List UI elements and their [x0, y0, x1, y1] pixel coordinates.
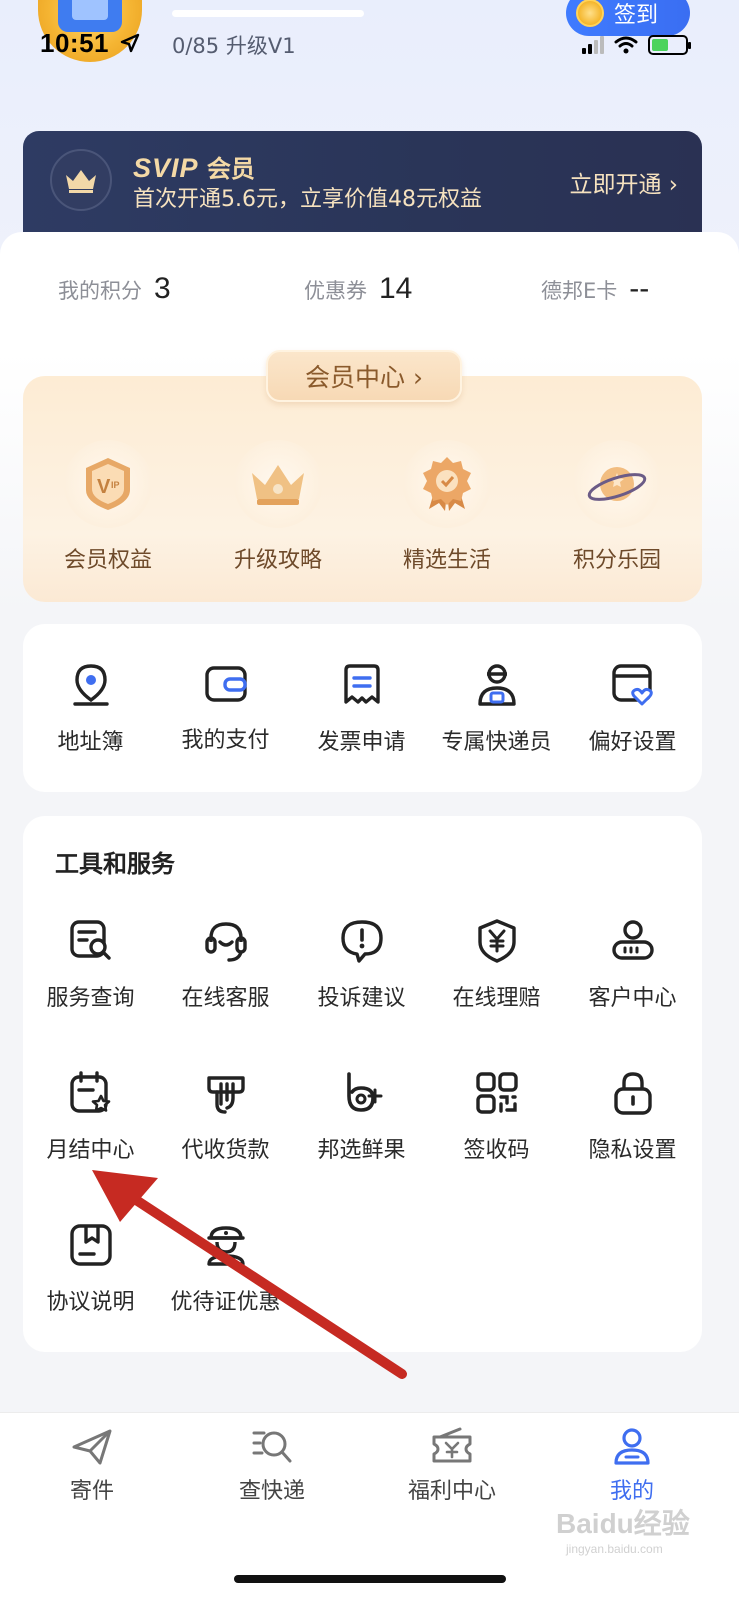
member-center-tab[interactable]: 会员中心 ›: [266, 350, 462, 402]
tool-complaint[interactable]: 投诉建议: [294, 918, 429, 1012]
qr-code-icon: [475, 1072, 518, 1114]
crown-icon: [234, 440, 322, 528]
svip-title: SVIP 会员: [133, 153, 255, 183]
signin-label: 签到: [614, 3, 659, 28]
nav-send[interactable]: 寄件: [22, 1427, 162, 1505]
tool-fresh-fruit[interactable]: 邦选鲜果: [294, 1070, 429, 1164]
planet-icon: [573, 440, 661, 528]
member-item-points-park[interactable]: 积分乐园: [557, 440, 677, 574]
ticket-icon: [432, 1427, 472, 1463]
nav-track[interactable]: 查快递: [202, 1427, 342, 1505]
quick-address-book[interactable]: 地址簿: [23, 662, 158, 756]
tool-monthly-settlement[interactable]: 月结中心: [23, 1070, 158, 1164]
agreement-icon: [69, 1224, 112, 1266]
member-item-life[interactable]: 精选生活: [387, 440, 507, 574]
preference-card-icon: [611, 664, 653, 706]
nav-welfare[interactable]: 福利中心: [382, 1427, 522, 1505]
coin-icon: [576, 0, 604, 27]
quick-my-payment[interactable]: 我的支付: [158, 662, 293, 754]
member-item-benefits[interactable]: V IP 会员权益: [48, 440, 168, 574]
invoice-icon: [343, 664, 380, 704]
shield-yen-icon: [477, 919, 516, 963]
service-search-icon: [69, 920, 111, 960]
wallet-icon: [204, 666, 247, 702]
status-time: 10:51: [40, 28, 109, 58]
tool-customer-center[interactable]: 客户中心: [565, 918, 700, 1012]
send-icon: [72, 1429, 112, 1465]
headset-icon: [204, 922, 247, 962]
location-arrow-icon: [120, 33, 140, 53]
svip-description: 首次开通5.6元，立享价值48元权益: [133, 187, 482, 212]
stat-points[interactable]: 我的积分 3: [58, 272, 171, 306]
location-pin-icon: [72, 664, 109, 706]
tool-signature-code[interactable]: 签收码: [429, 1070, 564, 1164]
level-progress: 0/85 升级V1: [172, 34, 296, 58]
wifi-icon: [614, 36, 638, 54]
tool-collect-payment[interactable]: 代收货款: [158, 1070, 293, 1164]
tool-online-claim[interactable]: 在线理赔: [429, 918, 564, 1012]
tool-privacy-settings[interactable]: 隐私设置: [565, 1070, 700, 1164]
username-placeholder: [172, 10, 364, 17]
svip-crown-icon: [50, 149, 112, 211]
lock-icon: [613, 1072, 652, 1115]
tool-veteran-discount[interactable]: 优待证优惠: [158, 1222, 293, 1316]
customer-icon: [611, 920, 654, 960]
battery-icon: [648, 35, 691, 55]
stat-coupons[interactable]: 优惠券 14: [304, 272, 412, 306]
military-cap-icon: [206, 1226, 245, 1266]
tool-online-support[interactable]: 在线客服: [158, 918, 293, 1012]
stat-ecard[interactable]: 德邦E卡 --: [541, 272, 649, 306]
fruit-icon: [346, 1072, 382, 1112]
collect-payment-icon: [206, 1076, 245, 1114]
vip-badge-icon: V IP: [64, 440, 152, 528]
user-icon: [614, 1428, 650, 1465]
tools-services-title: 工具和服务: [55, 850, 175, 878]
tools-services-card: 工具和服务 服务查询 在线客服 投诉建议 在线理赔 客户中心 月结中心 代收货款…: [23, 816, 702, 1352]
tool-service-query[interactable]: 服务查询: [23, 918, 158, 1012]
home-indicator: [234, 1575, 506, 1583]
cell-signal-icon: [582, 36, 604, 54]
complaint-icon: [340, 920, 383, 963]
svip-open-link[interactable]: 立即开通 ›: [569, 165, 678, 199]
tool-agreement[interactable]: 协议说明: [23, 1222, 158, 1316]
signin-button[interactable]: 签到: [566, 0, 690, 36]
svg-text:V: V: [97, 476, 111, 498]
nav-mine[interactable]: 我的: [562, 1427, 702, 1505]
watermark: Baidu经验: [556, 1508, 690, 1539]
quick-exclusive-courier[interactable]: 专属快递员: [429, 662, 564, 756]
quick-invoice[interactable]: 发票申请: [294, 662, 429, 756]
quick-actions-card: 地址簿 我的支付 发票申请 专属快递员 偏好设置: [23, 624, 702, 792]
quick-preferences[interactable]: 偏好设置: [565, 662, 700, 756]
status-icons: [582, 34, 691, 56]
medal-icon: [403, 440, 491, 528]
courier-icon: [477, 664, 516, 706]
calendar-star-icon: [69, 1071, 110, 1113]
stats-row: 我的积分 3 优惠券 14 德邦E卡 --: [0, 272, 739, 312]
member-item-upgrade[interactable]: 升级攻略: [218, 440, 338, 574]
watermark-domain: jingyan.baidu.com: [566, 1542, 663, 1556]
track-icon: [252, 1431, 292, 1463]
svg-text:IP: IP: [111, 480, 120, 490]
